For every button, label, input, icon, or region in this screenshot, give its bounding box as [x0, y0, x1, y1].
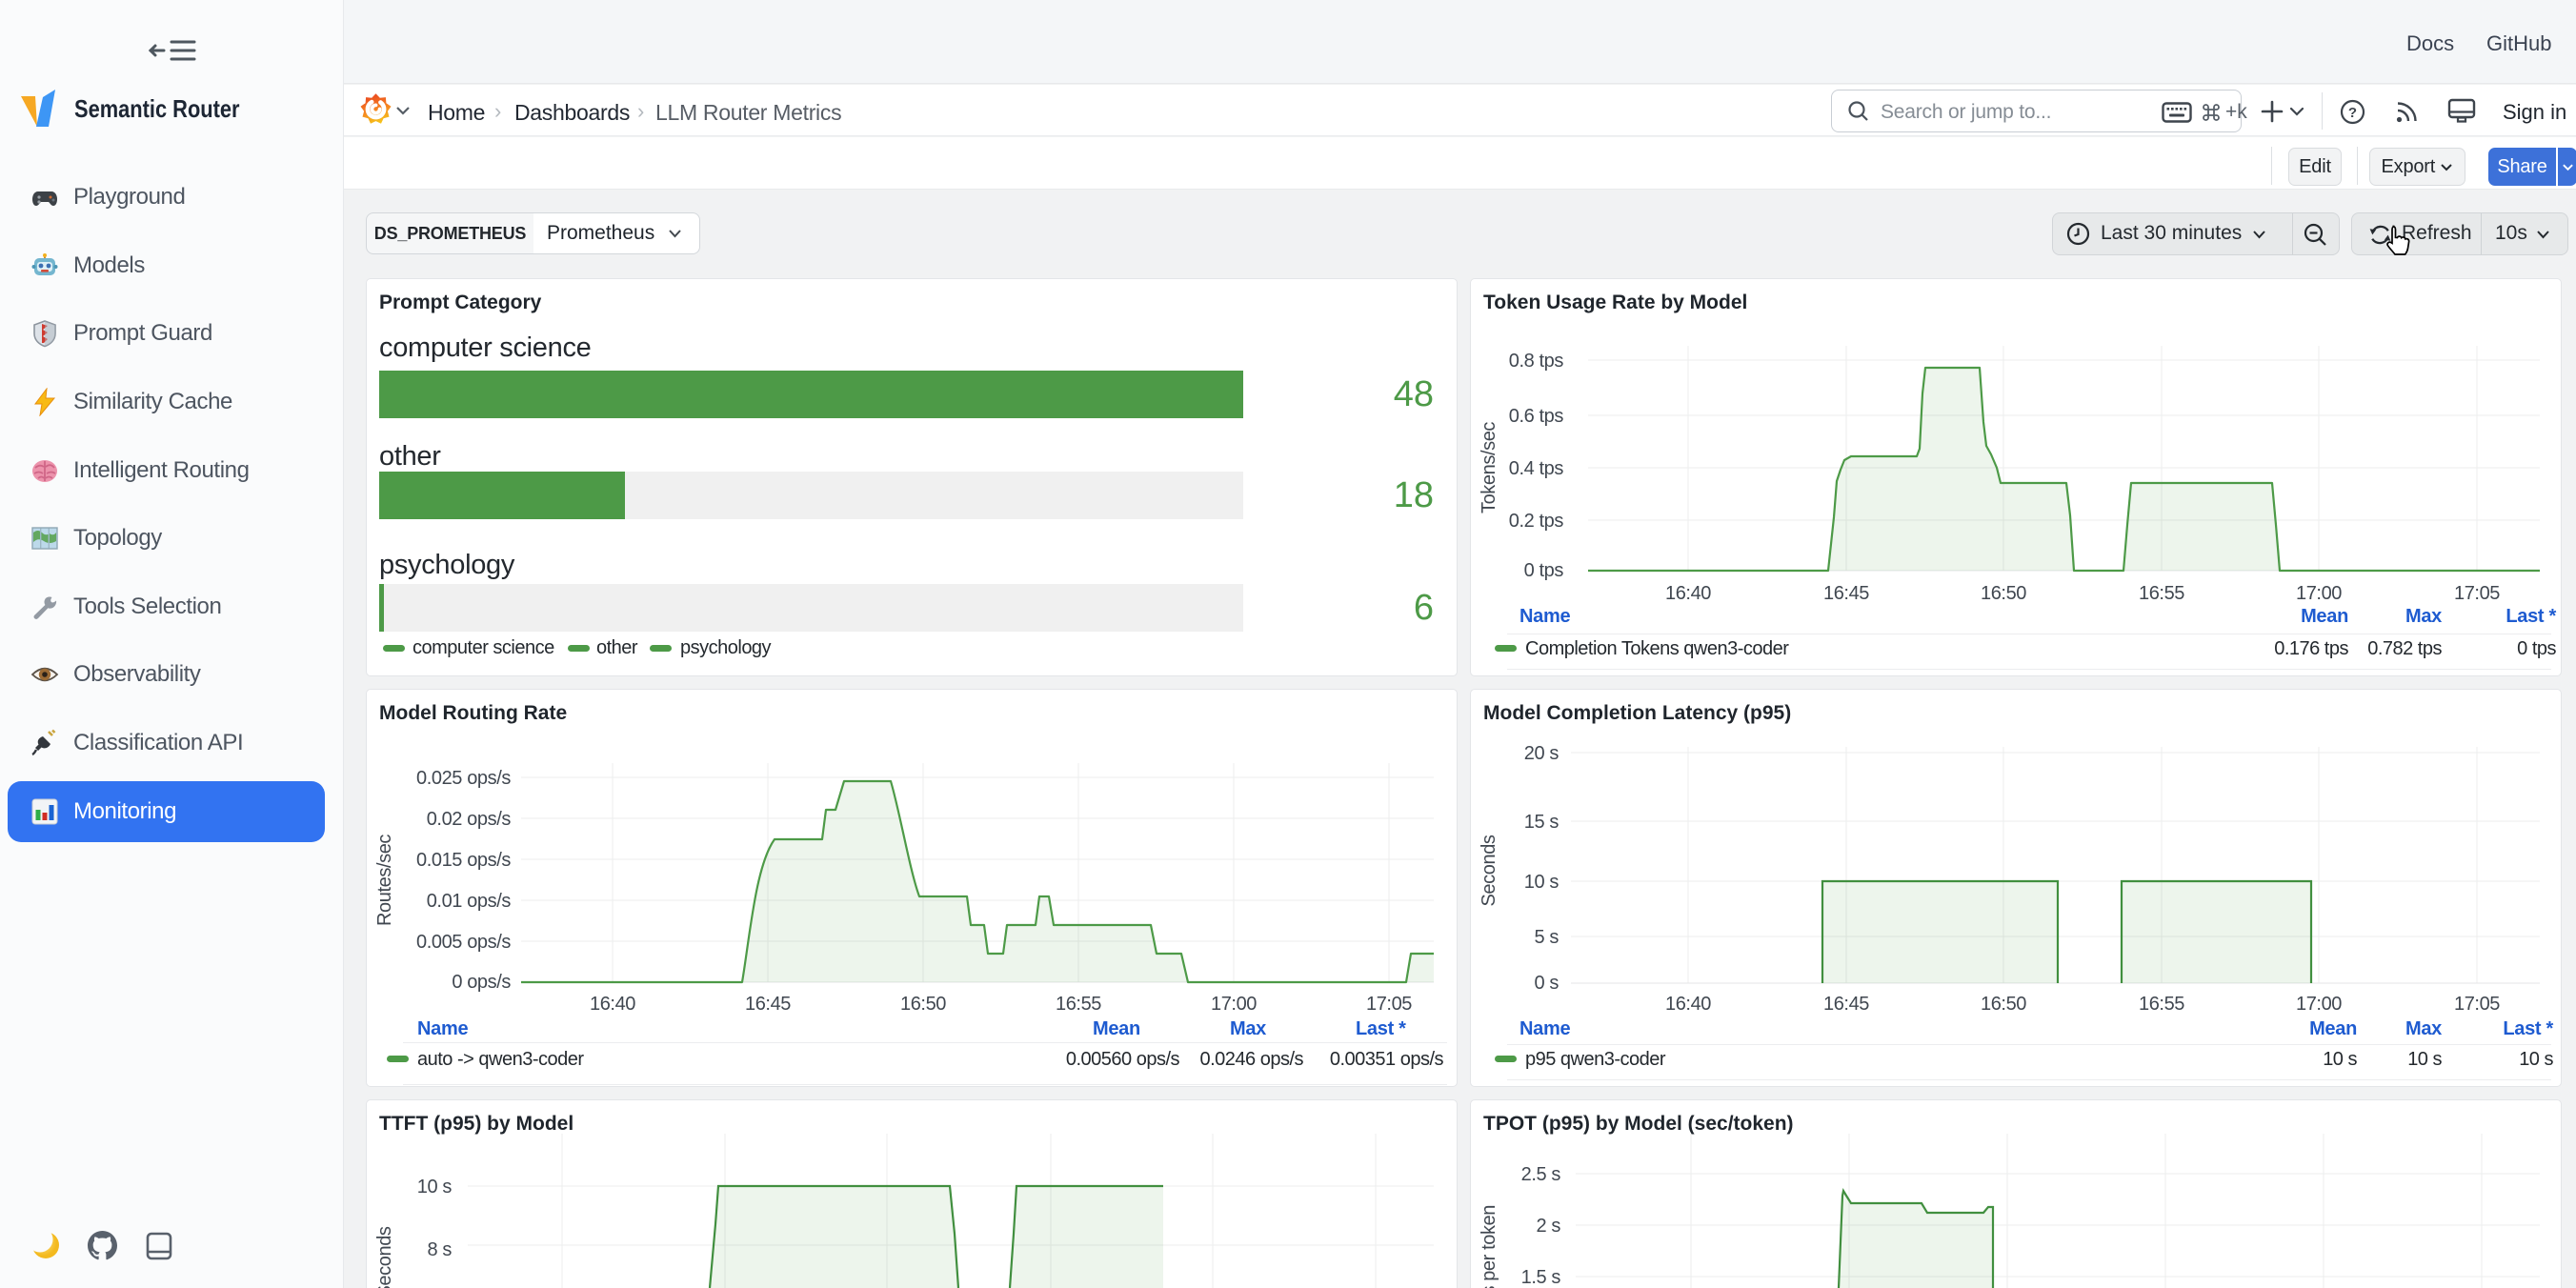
svg-text:16:55: 16:55 [2139, 583, 2184, 604]
svg-text:20 s: 20 s [1524, 743, 1560, 764]
svg-text:16:45: 16:45 [745, 994, 791, 1015]
svg-text:Seconds: Seconds [1479, 835, 1499, 906]
svg-text:17:00: 17:00 [1211, 994, 1257, 1015]
svg-text:16:50: 16:50 [900, 994, 946, 1015]
svg-text:16:40: 16:40 [1665, 583, 1711, 604]
svg-text:16:50: 16:50 [1981, 994, 2026, 1015]
svg-text:?: ? [2348, 105, 2357, 121]
svg-text:Tokens/sec: Tokens/sec [1479, 422, 1499, 513]
svg-text:17:05: 17:05 [2454, 583, 2500, 604]
svg-text:16:50: 16:50 [1981, 583, 2026, 604]
svg-text:17:05: 17:05 [1366, 994, 1412, 1015]
svg-text:8 s: 8 s [428, 1239, 453, 1260]
svg-text:16:40: 16:40 [1665, 994, 1711, 1015]
svg-text:16:40: 16:40 [590, 994, 635, 1015]
svg-text:2.5 s: 2.5 s [1521, 1164, 1561, 1185]
svg-text:2 s: 2 s [1537, 1216, 1561, 1237]
svg-text:0 s: 0 s [1535, 973, 1560, 994]
svg-text:15 s: 15 s [1524, 812, 1560, 833]
svg-text:0.8 tps: 0.8 tps [1509, 351, 1564, 372]
svg-text:5 s: 5 s [1535, 927, 1560, 948]
svg-text:Seconds: Seconds [374, 1226, 395, 1288]
svg-text:0.01 ops/s: 0.01 ops/s [427, 891, 512, 912]
svg-text:0.015 ops/s: 0.015 ops/s [416, 850, 511, 871]
svg-text:0.6 tps: 0.6 tps [1509, 406, 1564, 427]
svg-text:16:55: 16:55 [2139, 994, 2184, 1015]
svg-text:0.02 ops/s: 0.02 ops/s [427, 809, 512, 830]
svg-text:17:00: 17:00 [2296, 994, 2342, 1015]
svg-text:0.4 tps: 0.4 tps [1509, 458, 1564, 479]
svg-text:16:45: 16:45 [1823, 583, 1869, 604]
svg-text:10 s: 10 s [417, 1177, 453, 1197]
svg-text:0.005 ops/s: 0.005 ops/s [416, 932, 511, 953]
svg-text:17:05: 17:05 [2454, 994, 2500, 1015]
svg-text:17:00: 17:00 [2296, 583, 2342, 604]
svg-text:0.025 ops/s: 0.025 ops/s [416, 768, 511, 789]
svg-text:0 ops/s: 0 ops/s [452, 972, 511, 993]
svg-text:16:55: 16:55 [1056, 994, 1101, 1015]
svg-text:Routes/sec: Routes/sec [374, 835, 395, 926]
svg-text:0 tps: 0 tps [1524, 560, 1564, 581]
svg-text:1.5 s: 1.5 s [1521, 1267, 1561, 1288]
svg-text:10 s: 10 s [1524, 872, 1560, 893]
svg-text:16:45: 16:45 [1823, 994, 1869, 1015]
svg-text:Seconds per token: Seconds per token [1479, 1205, 1499, 1288]
svg-text:0.2 tps: 0.2 tps [1509, 511, 1564, 532]
